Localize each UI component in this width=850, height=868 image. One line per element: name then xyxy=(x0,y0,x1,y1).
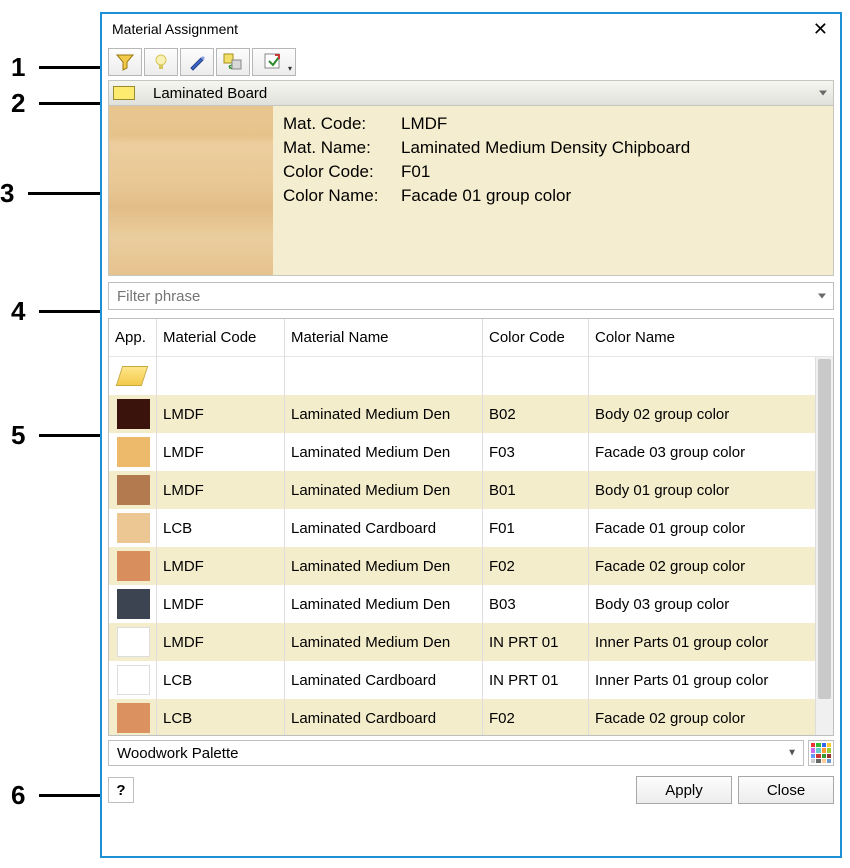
palette-grid-button[interactable] xyxy=(808,740,834,766)
row-swatch xyxy=(117,703,150,733)
insert-material-dropdown[interactable] xyxy=(252,48,296,76)
row-mat-code: LMDF xyxy=(157,433,285,471)
row-mat-name: Laminated Cardboard xyxy=(285,699,483,735)
category-dropdown[interactable]: Laminated Board xyxy=(108,80,834,106)
row-mat-name: Laminated Medium Den xyxy=(285,433,483,471)
category-label: Laminated Board xyxy=(153,85,267,102)
table-row[interactable]: LCBLaminated CardboardF01Facade 01 group… xyxy=(109,509,815,547)
row-color-name: Body 03 group color xyxy=(589,585,805,623)
table-row[interactable]: LMDFLaminated Medium DenF03Facade 03 gro… xyxy=(109,433,815,471)
preview-panel: Mat. Code:LMDF Mat. Name:Laminated Mediu… xyxy=(108,106,834,276)
table-row[interactable]: LMDFLaminated Medium DenIN PRT 01Inner P… xyxy=(109,623,815,661)
table-row[interactable]: LMDFLaminated Medium DenB01Body 01 group… xyxy=(109,471,815,509)
callout-1: 1 xyxy=(11,52,25,83)
pen-icon[interactable] xyxy=(180,48,214,76)
close-button[interactable]: Close xyxy=(738,776,834,804)
callout-5: 5 xyxy=(11,420,25,451)
row-mat-code: LCB xyxy=(157,509,285,547)
callout-6: 6 xyxy=(11,780,25,811)
row-mat-code: LMDF xyxy=(157,547,285,585)
table-header: App. Material Code Material Name Color C… xyxy=(109,319,833,357)
row-mat-name: Laminated Medium Den xyxy=(285,395,483,433)
row-mat-name: Laminated Cardboard xyxy=(285,661,483,699)
filter-input[interactable] xyxy=(108,282,834,310)
row-swatch xyxy=(117,399,150,429)
window-title: Material Assignment xyxy=(112,21,807,37)
row-mat-code: LMDF xyxy=(157,623,285,661)
table-row[interactable]: LMDFLaminated Medium DenB02Body 02 group… xyxy=(109,395,815,433)
row-mat-code: LCB xyxy=(157,699,285,735)
row-color-name: Inner Parts 01 group color xyxy=(589,661,805,699)
row-swatch xyxy=(117,589,150,619)
table-row[interactable]: LMDFLaminated Medium DenB03Body 03 group… xyxy=(109,585,815,623)
row-color-code: F02 xyxy=(483,547,589,585)
materials-table: App. Material Code Material Name Color C… xyxy=(108,318,834,736)
col-color-name[interactable]: Color Name xyxy=(589,319,805,356)
row-color-code: IN PRT 01 xyxy=(483,623,589,661)
row-color-code: F02 xyxy=(483,699,589,735)
row-color-name: Body 02 group color xyxy=(589,395,805,433)
toolbar xyxy=(102,44,840,80)
folder-icon xyxy=(113,86,135,100)
col-material-code[interactable]: Material Code xyxy=(157,319,285,356)
row-color-name: Facade 02 group color xyxy=(589,699,805,735)
row-mat-name: Laminated Medium Den xyxy=(285,623,483,661)
preview-swatch xyxy=(109,106,273,275)
row-swatch xyxy=(117,513,150,543)
row-mat-name: Laminated Medium Den xyxy=(285,471,483,509)
palette-dropdown[interactable]: Woodwork Palette xyxy=(108,740,804,766)
col-material-name[interactable]: Material Name xyxy=(285,319,483,356)
titlebar: Material Assignment ✕ xyxy=(102,14,840,44)
row-mat-name: Laminated Cardboard xyxy=(285,509,483,547)
row-color-name: Facade 01 group color xyxy=(589,509,805,547)
close-icon[interactable]: ✕ xyxy=(807,20,834,38)
row-swatch xyxy=(117,627,150,657)
table-row[interactable]: LCBLaminated CardboardIN PRT 01Inner Par… xyxy=(109,661,815,699)
row-color-code: B02 xyxy=(483,395,589,433)
row-mat-code: LMDF xyxy=(157,395,285,433)
row-color-name: Body 01 group color xyxy=(589,471,805,509)
row-color-code: B01 xyxy=(483,471,589,509)
row-swatch xyxy=(117,551,150,581)
dialog-material-assignment: Material Assignment ✕ Laminated Board xyxy=(100,12,842,858)
help-icon: ? xyxy=(116,782,125,799)
row-color-code: F01 xyxy=(483,509,589,547)
preview-info: Mat. Code:LMDF Mat. Name:Laminated Mediu… xyxy=(273,106,700,275)
callout-4: 4 xyxy=(11,296,25,327)
help-button[interactable]: ? xyxy=(108,777,134,803)
row-color-name: Facade 02 group color xyxy=(589,547,805,585)
bulb-icon[interactable] xyxy=(144,48,178,76)
replace-material-icon[interactable] xyxy=(216,48,250,76)
row-mat-name: Laminated Medium Den xyxy=(285,585,483,623)
col-app[interactable]: App. xyxy=(109,319,157,356)
row-mat-code: LCB xyxy=(157,661,285,699)
col-color-code[interactable]: Color Code xyxy=(483,319,589,356)
row-color-name: Facade 03 group color xyxy=(589,433,805,471)
row-mat-code: LMDF xyxy=(157,585,285,623)
row-swatch xyxy=(117,665,150,695)
table-row-clear[interactable] xyxy=(109,357,815,395)
filter-icon[interactable] xyxy=(108,48,142,76)
row-color-code: F03 xyxy=(483,433,589,471)
row-color-code: IN PRT 01 xyxy=(483,661,589,699)
eraser-icon xyxy=(116,366,148,386)
table-row[interactable]: LCBLaminated CardboardF02Facade 02 group… xyxy=(109,699,815,735)
callout-2: 2 xyxy=(11,88,25,119)
vertical-scrollbar[interactable] xyxy=(815,357,833,735)
row-color-code: B03 xyxy=(483,585,589,623)
row-mat-code: LMDF xyxy=(157,471,285,509)
callout-3: 3 xyxy=(0,178,14,209)
apply-button[interactable]: Apply xyxy=(636,776,732,804)
row-color-name: Inner Parts 01 group color xyxy=(589,623,805,661)
row-mat-name: Laminated Medium Den xyxy=(285,547,483,585)
filter-row xyxy=(108,282,834,310)
table-row[interactable]: LMDFLaminated Medium DenF02Facade 02 gro… xyxy=(109,547,815,585)
row-swatch xyxy=(117,437,150,467)
row-swatch xyxy=(117,475,150,505)
